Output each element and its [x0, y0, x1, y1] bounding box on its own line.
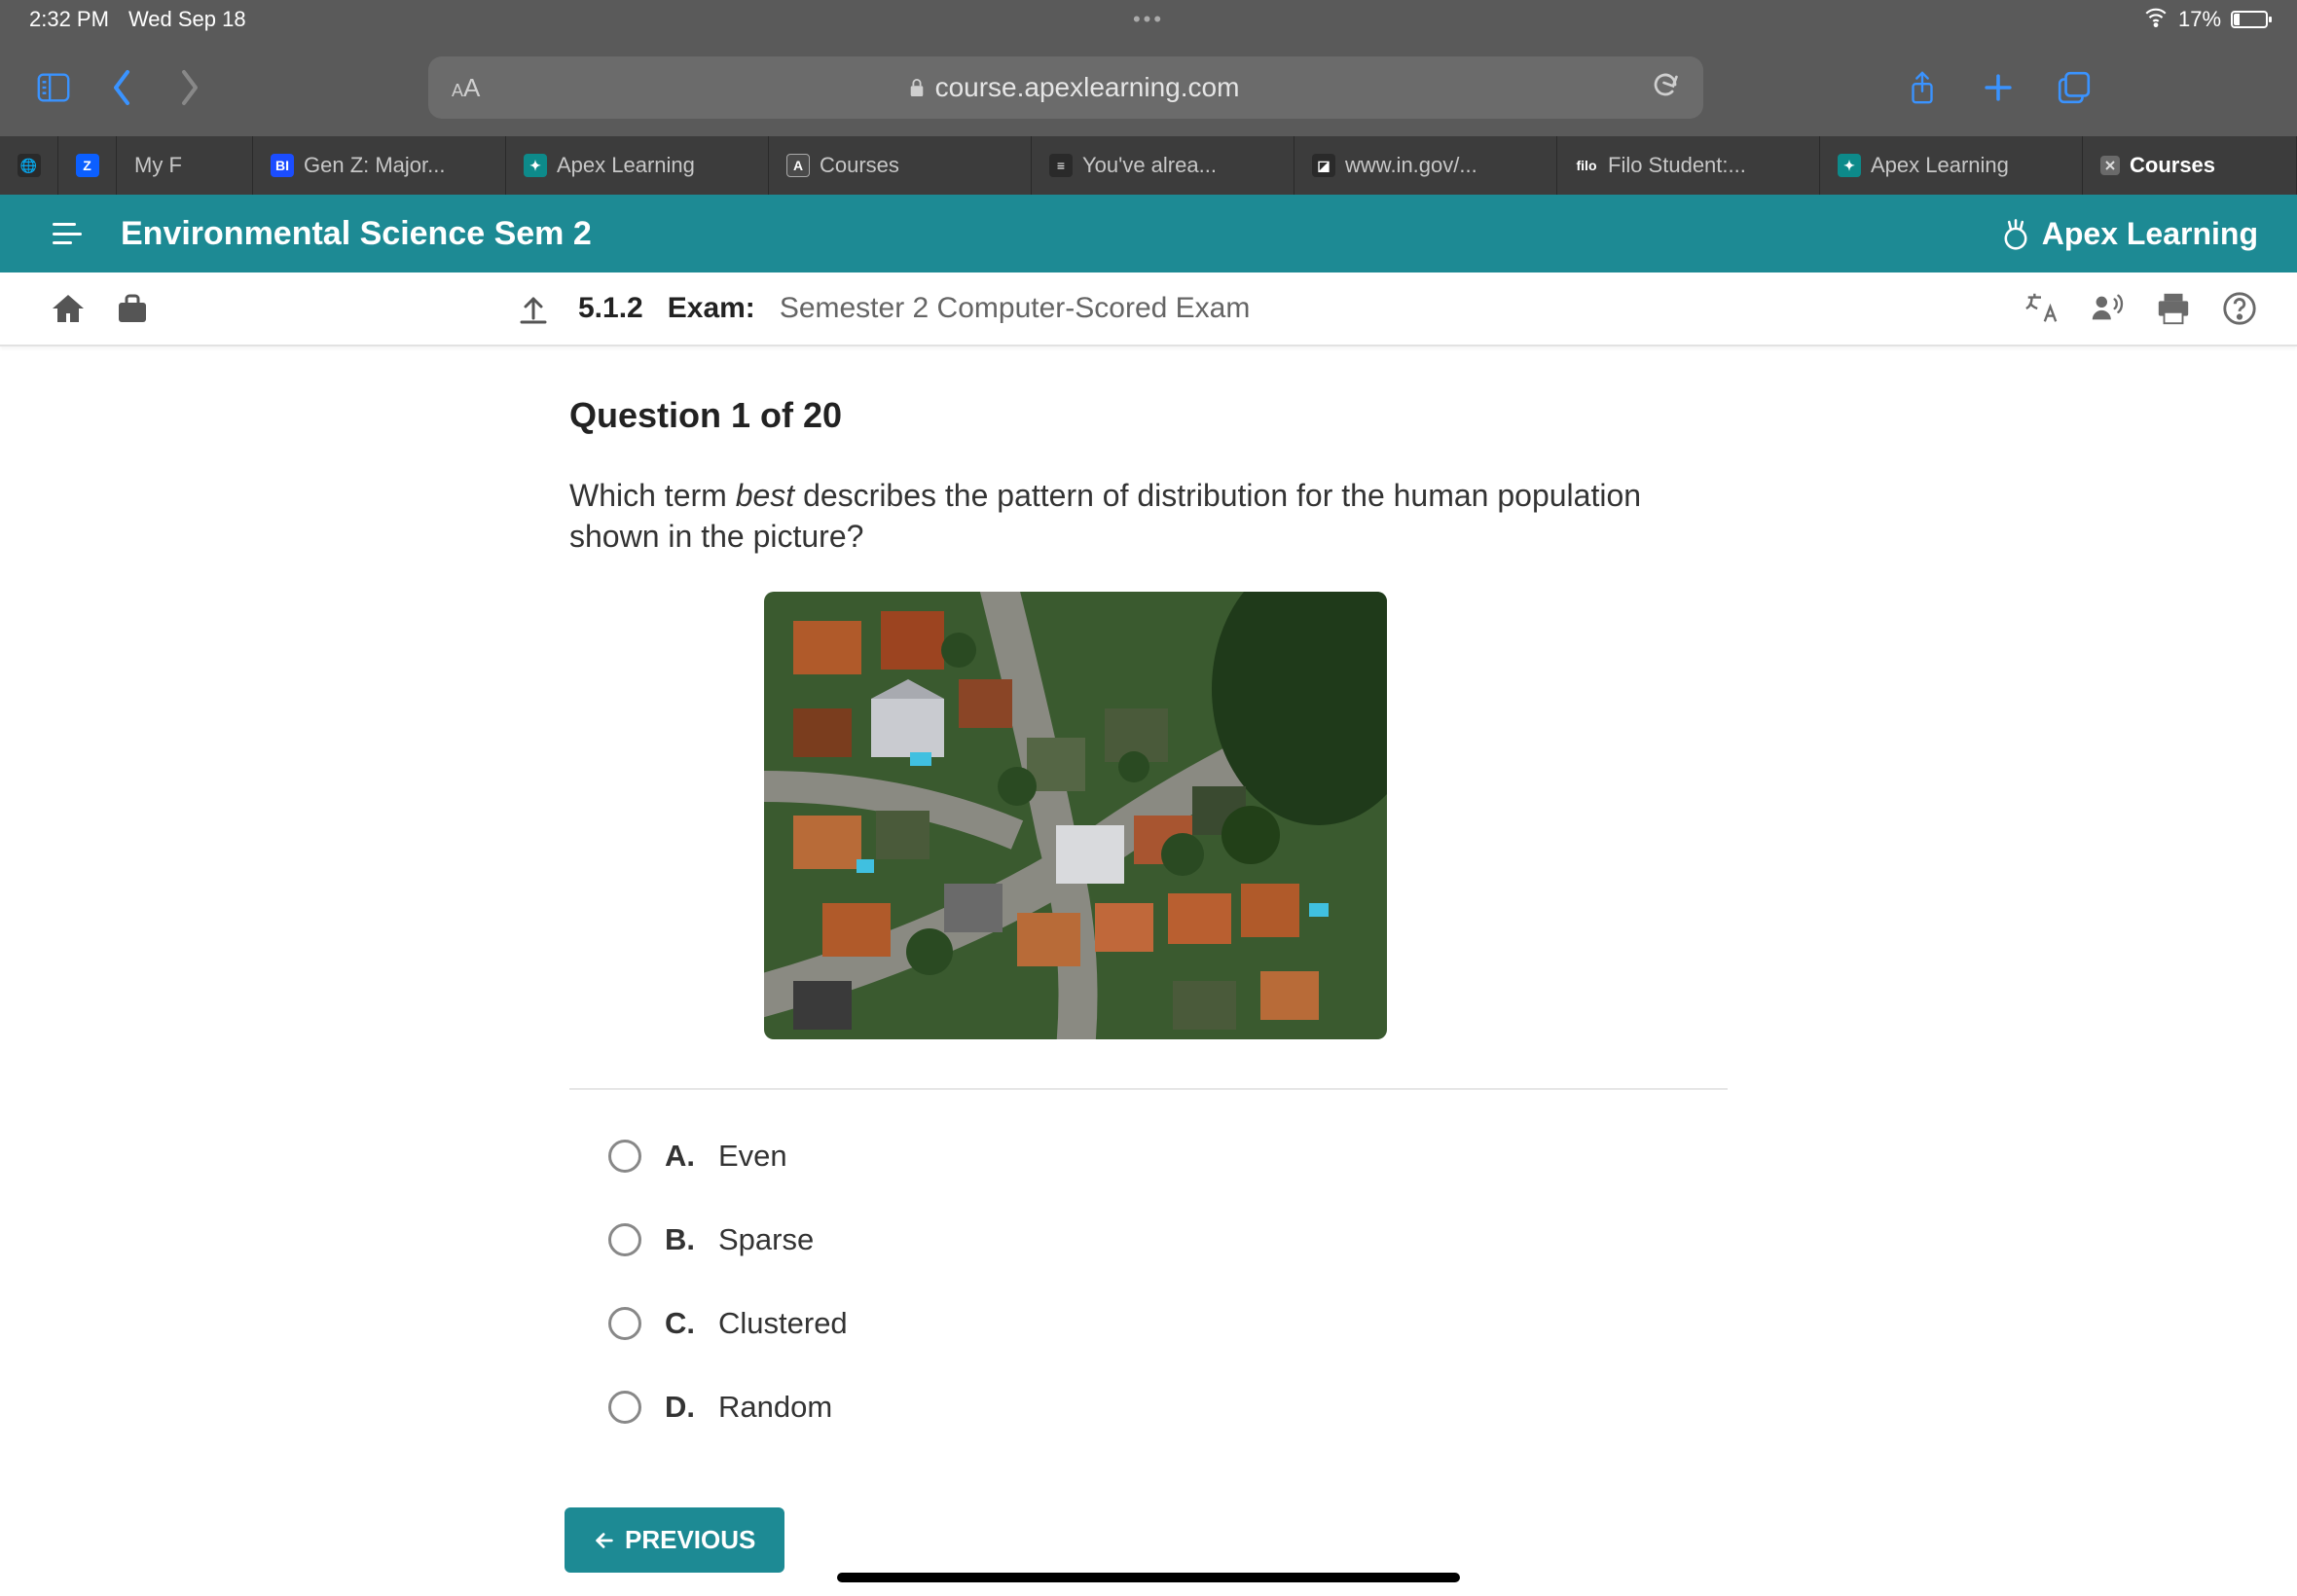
tab-label: Courses: [2130, 153, 2215, 178]
options-divider: [569, 1088, 1728, 1090]
translate-icon[interactable]: [2023, 290, 2060, 327]
bottom-bar: PREVIOUS: [0, 1499, 2297, 1596]
radio-icon[interactable]: [608, 1140, 641, 1173]
tab-label: Gen Z: Major...: [304, 153, 446, 178]
share-icon[interactable]: [1898, 63, 1947, 112]
option-d[interactable]: D. Random: [569, 1380, 1728, 1434]
exam-title: Semester 2 Computer-Scored Exam: [780, 292, 1251, 324]
briefcase-icon[interactable]: [113, 289, 152, 328]
tab-2[interactable]: ✦Apex Learning: [506, 136, 769, 195]
new-tab-icon[interactable]: [1974, 63, 2023, 112]
ipad-status-bar: 2:32 PM Wed Sep 18 ••• 17%: [0, 0, 2297, 39]
question-content: Question 1 of 20 Which term best describ…: [0, 346, 2297, 1464]
wifi-icon: [2143, 4, 2169, 35]
tab-strip: 🌐 Z My F BIGen Z: Major... ✦Apex Learnin…: [0, 136, 2297, 195]
print-icon[interactable]: [2155, 290, 2192, 327]
option-text: Random: [718, 1390, 832, 1425]
tab-3[interactable]: ACourses: [769, 136, 1032, 195]
apex-logo-icon: [1999, 217, 2032, 250]
option-text: Sparse: [718, 1222, 814, 1257]
brand-logo[interactable]: Apex Learning: [1999, 216, 2258, 252]
option-letter: B.: [665, 1222, 695, 1257]
multitask-dots-icon[interactable]: •••: [776, 7, 1522, 32]
question-heading: Question 1 of 20: [569, 395, 1728, 436]
exam-toolbar: 5.1.2 Exam: Semester 2 Computer-Scored E…: [0, 272, 2297, 346]
tabs-overview-icon[interactable]: [2050, 63, 2098, 112]
arrow-left-icon: [594, 1530, 615, 1551]
up-left-arrow-icon[interactable]: [514, 289, 553, 328]
course-title: Environmental Science Sem 2: [121, 215, 592, 253]
tab-label: Apex Learning: [1871, 153, 2009, 178]
radio-icon[interactable]: [608, 1391, 641, 1424]
forward-button: [165, 63, 214, 112]
exam-label: Exam:: [668, 292, 755, 324]
safari-toolbar: AA course.apexlearning.com: [0, 39, 2297, 136]
option-letter: D.: [665, 1390, 695, 1425]
tab-label: My F: [134, 153, 182, 178]
option-letter: A.: [665, 1139, 695, 1174]
option-text: Even: [718, 1139, 787, 1174]
sidebar-toggle-icon[interactable]: [29, 63, 78, 112]
text-size-icon[interactable]: AA: [452, 73, 496, 103]
tab-4[interactable]: ≡You've alrea...: [1032, 136, 1294, 195]
radio-icon[interactable]: [608, 1223, 641, 1256]
radio-icon[interactable]: [608, 1307, 641, 1340]
tab-label: You've alrea...: [1082, 153, 1217, 178]
option-b[interactable]: B. Sparse: [569, 1213, 1728, 1267]
back-button[interactable]: [97, 63, 146, 112]
tab-7[interactable]: ✦Apex Learning: [1820, 136, 2083, 195]
question-prompt: Which term best describes the pattern of…: [569, 475, 1728, 557]
lock-icon: [908, 77, 926, 98]
prompt-pre: Which term: [569, 478, 736, 513]
option-text: Clustered: [718, 1306, 848, 1341]
exam-code: 5.1.2: [578, 292, 643, 324]
tab-label: Apex Learning: [557, 153, 695, 178]
tab-6[interactable]: filoFilo Student:...: [1557, 136, 1820, 195]
home-indicator[interactable]: [837, 1573, 1460, 1582]
tab-pinned-0[interactable]: 🌐: [0, 136, 58, 195]
tab-5[interactable]: ◪www.in.gov/...: [1294, 136, 1557, 195]
brand-text: Apex Learning: [2042, 216, 2258, 252]
tab-label: Courses: [820, 153, 899, 178]
option-c[interactable]: C. Clustered: [569, 1296, 1728, 1351]
status-time: 2:32 PM: [29, 7, 109, 32]
menu-icon[interactable]: [53, 223, 82, 244]
previous-button[interactable]: PREVIOUS: [565, 1507, 784, 1573]
home-icon[interactable]: [49, 289, 88, 328]
read-aloud-icon[interactable]: [2089, 290, 2126, 327]
option-letter: C.: [665, 1306, 695, 1341]
option-a[interactable]: A. Even: [569, 1129, 1728, 1183]
app-header: Environmental Science Sem 2 Apex Learnin…: [0, 195, 2297, 272]
previous-label: PREVIOUS: [625, 1525, 755, 1555]
aerial-suburb-image: [764, 592, 1387, 1039]
tab-1[interactable]: BIGen Z: Major...: [253, 136, 506, 195]
tab-label: Filo Student:...: [1608, 153, 1746, 178]
battery-percent: 17%: [2178, 7, 2221, 32]
address-bar[interactable]: AA course.apexlearning.com: [428, 56, 1703, 119]
close-tab-icon[interactable]: [2100, 156, 2120, 175]
question-image: [764, 592, 1387, 1039]
tab-8[interactable]: Courses: [2083, 136, 2297, 195]
reload-icon[interactable]: [1651, 70, 1680, 106]
battery-icon: [2231, 11, 2268, 28]
url-host: course.apexlearning.com: [935, 72, 1240, 103]
tab-0[interactable]: My F: [117, 136, 253, 195]
status-date: Wed Sep 18: [128, 7, 246, 32]
tab-label: www.in.gov/...: [1345, 153, 1477, 178]
tab-pinned-1[interactable]: Z: [58, 136, 117, 195]
help-icon[interactable]: [2221, 290, 2258, 327]
prompt-ital: best: [736, 478, 794, 513]
